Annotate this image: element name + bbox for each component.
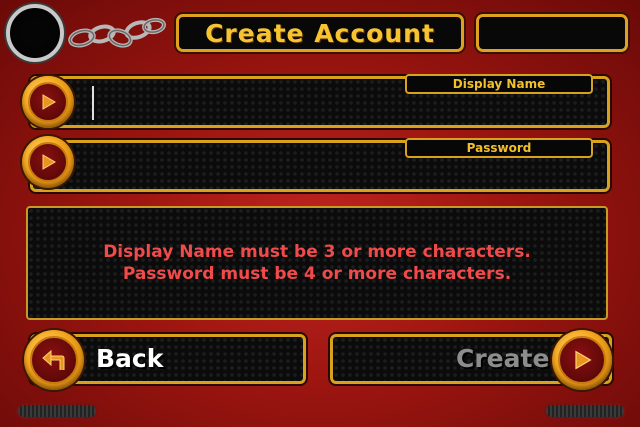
validation-message-panel: Display Name must be 3 or more character… [26, 206, 608, 320]
display-name-label: Display Name [405, 74, 593, 94]
bottom-right-vent [544, 403, 626, 419]
play-arrow-icon [28, 82, 68, 122]
return-arrow-icon [30, 336, 78, 384]
password-error: Password must be 4 or more characters. [122, 264, 512, 284]
bottom-left-vent [16, 403, 98, 419]
display-name-arrow-button[interactable] [22, 76, 74, 128]
display-name-error: Display Name must be 3 or more character… [103, 242, 531, 262]
header-info-box [476, 14, 628, 52]
create-button-label: Create [456, 344, 550, 373]
password-arrow-button[interactable] [22, 136, 74, 188]
status-orb [6, 4, 64, 62]
play-arrow-icon [558, 336, 606, 384]
chain-icon [68, 17, 166, 48]
title-bar: Create Account [176, 14, 464, 52]
page-title: Create Account [205, 18, 435, 48]
text-cursor [92, 86, 94, 120]
create-circle-button[interactable] [552, 330, 612, 390]
play-arrow-icon [28, 142, 68, 182]
back-circle-button[interactable] [24, 330, 84, 390]
back-button-label: Back [96, 344, 164, 373]
password-label: Password [405, 138, 593, 158]
